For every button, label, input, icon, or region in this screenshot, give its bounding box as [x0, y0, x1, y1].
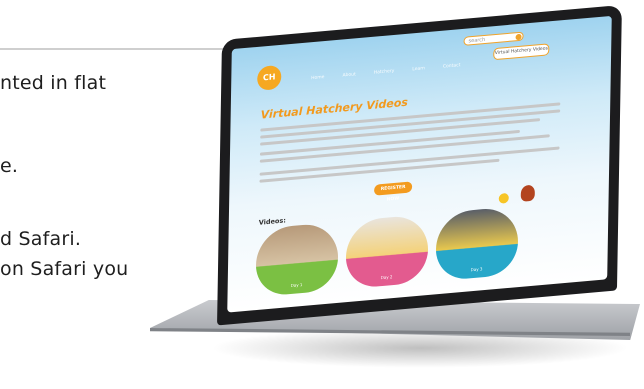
- video-thumbnail-2[interactable]: Day 2: [345, 213, 429, 290]
- hen-illustration: [520, 184, 535, 202]
- slide-text-line-3: d Safari.: [0, 228, 82, 250]
- slide-text-line-2: e.: [0, 155, 19, 177]
- video-caption-2: Day 2: [380, 274, 393, 281]
- register-now-button[interactable]: REGISTER NOW: [374, 181, 413, 203]
- slide-text-line-1: nted in flat: [0, 72, 107, 94]
- videos-heading: Videos:: [258, 216, 286, 227]
- video-caption-3: Day 3: [470, 266, 483, 273]
- video-caption-1: Day 1: [290, 281, 303, 289]
- laptop-lid: CH search Virtual Hatchery Videos Home A…: [217, 4, 622, 326]
- nav-item-home[interactable]: Home: [311, 75, 324, 81]
- header-videos-button[interactable]: Virtual Hatchery Videos: [493, 43, 550, 61]
- search-icon[interactable]: [515, 33, 522, 41]
- video-thumbnail-1[interactable]: Day 1: [255, 221, 339, 298]
- laptop-screen: CH search Virtual Hatchery Videos Home A…: [227, 15, 612, 313]
- site-search-input[interactable]: search: [463, 31, 524, 46]
- site-header: CH search Virtual Hatchery Videos Home A…: [231, 16, 612, 93]
- site-search-placeholder: search: [468, 36, 486, 45]
- video-thumbnail-3[interactable]: Day 3: [435, 206, 519, 282]
- site-logo[interactable]: CH: [257, 64, 282, 91]
- nav-item-learn[interactable]: Learn: [412, 66, 425, 72]
- chick-illustration: [498, 192, 509, 204]
- nav-item-hatchery[interactable]: Hatchery: [374, 69, 395, 76]
- slide-text-line-4: on Safari you: [0, 258, 129, 280]
- nav-item-about[interactable]: About: [342, 72, 355, 78]
- site-nav: Home About Hatchery Learn Contact: [311, 63, 460, 81]
- nav-item-contact[interactable]: Contact: [443, 63, 461, 70]
